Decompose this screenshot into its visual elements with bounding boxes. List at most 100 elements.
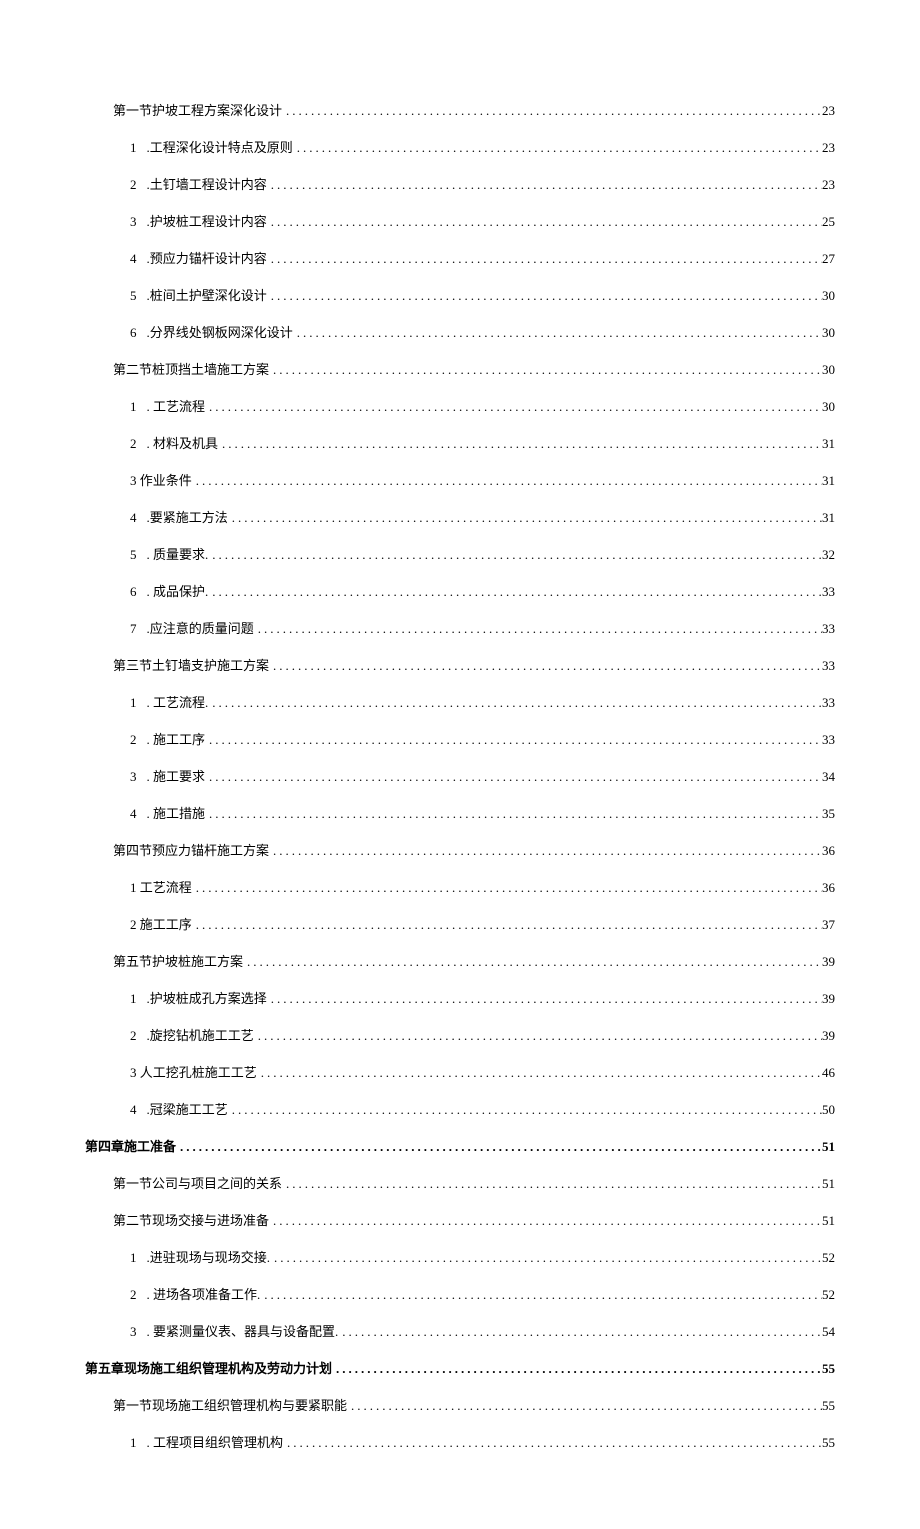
toc-entry-number: 4 <box>130 251 147 267</box>
toc-entry[interactable]: 1. 工艺流程30 <box>85 396 835 415</box>
toc-leader-dots <box>192 473 822 489</box>
toc-entry-number: 1 <box>130 991 147 1007</box>
toc-leader-dots <box>269 658 822 674</box>
toc-entry[interactable]: 5.桩间土护壁深化设计30 <box>85 285 835 304</box>
toc-leader-dots <box>205 769 822 785</box>
toc-entry[interactable]: 1 工艺流程 36 <box>85 877 835 896</box>
toc-entry-number: 1 <box>130 140 147 156</box>
toc-entry[interactable]: 6.分界线处钢板网深化设计30 <box>85 322 835 341</box>
toc-leader-dots <box>176 1139 822 1155</box>
toc-entry[interactable]: 4.预应力锚杆设计内容27 <box>85 248 835 267</box>
toc-entry[interactable]: 2.土钉墙工程设计内容 23 <box>85 174 835 193</box>
toc-entry-number: 1 <box>130 695 147 711</box>
toc-page-number: 33 <box>822 584 835 600</box>
toc-page-number: 33 <box>822 695 835 711</box>
toc-entry[interactable]: 1. 工程项目组织管理机构55 <box>85 1432 835 1451</box>
toc-entry[interactable]: 第二节桩顶挡土墙施工方案30 <box>85 359 835 378</box>
toc-entry-number: 1 <box>130 1250 147 1266</box>
toc-entry[interactable]: 第一节护坡工程方案深化设计23 <box>85 100 835 119</box>
toc-entry[interactable]: 7.应注意的质量问题33 <box>85 618 835 637</box>
toc-entry-number: 2 <box>130 436 147 452</box>
toc-entry[interactable]: 第三节土钉墙支护施工方案33 <box>85 655 835 674</box>
toc-page-number: 23 <box>822 140 835 156</box>
toc-entry-number: 3 <box>130 1324 147 1340</box>
toc-page-number: 32 <box>822 547 835 563</box>
toc-entry-text: 第五章现场施工组织管理机构及劳动力计划 <box>85 1358 332 1377</box>
toc-leader-dots <box>282 1176 822 1192</box>
toc-page-number: 23 <box>822 177 835 193</box>
toc-entry[interactable]: 4.要紧施工方法31 <box>85 507 835 526</box>
toc-leader-dots <box>257 1065 822 1081</box>
toc-entry[interactable]: 3 人工挖孔桩施工工艺46 <box>85 1062 835 1081</box>
toc-leader-dots <box>270 1250 822 1266</box>
toc-entry-text: 第三节土钉墙支护施工方案 <box>113 655 269 674</box>
toc-entry[interactable]: 3 作业条件31 <box>85 470 835 489</box>
toc-page-number: 33 <box>822 732 835 748</box>
toc-entry-number: 2 <box>130 177 147 193</box>
toc-entry-number: 1 <box>130 399 147 415</box>
toc-entry-number: 6 <box>130 584 147 600</box>
toc-entry[interactable]: 第五章现场施工组织管理机构及劳动力计划55 <box>85 1358 835 1377</box>
toc-page-number: 30 <box>822 325 835 341</box>
toc-leader-dots <box>283 1435 822 1451</box>
toc-entry[interactable]: 5. 质量要求.32 <box>85 544 835 563</box>
toc-entry[interactable]: 3. 要紧测量仪表、器具与设备配置.54 <box>85 1321 835 1340</box>
toc-leader-dots <box>332 1361 822 1377</box>
toc-entry-text: . 材料及机具 <box>147 433 219 452</box>
toc-entry[interactable]: 第五节护坡桩施工方案39 <box>85 951 835 970</box>
toc-entry[interactable]: 4.冠梁施工工艺50 <box>85 1099 835 1118</box>
toc-leader-dots <box>338 1324 822 1340</box>
toc-entry[interactable]: 2.旋挖钻机施工工艺39 <box>85 1025 835 1044</box>
toc-entry-number: 1 <box>130 1435 147 1451</box>
toc-entry[interactable]: 1.护坡桩成孔方案选择39 <box>85 988 835 1007</box>
toc-page-number: 39 <box>822 991 835 1007</box>
toc-entry[interactable]: 2. 材料及机具 31 <box>85 433 835 452</box>
toc-entry[interactable]: 3.护坡桩工程设计内容25 <box>85 211 835 230</box>
toc-entry[interactable]: 1.进驻现场与现场交接. 52 <box>85 1247 835 1266</box>
toc-entry-text: .进驻现场与现场交接. <box>147 1247 271 1266</box>
toc-entry-text: . 施工措施 <box>147 803 206 822</box>
toc-entry-number: 4 <box>130 806 147 822</box>
toc-entry-number: 7 <box>130 621 147 637</box>
toc-page-number: 30 <box>822 288 835 304</box>
toc-leader-dots <box>269 843 822 859</box>
toc-entry[interactable]: 2. 进场各项准备工作.52 <box>85 1284 835 1303</box>
toc-entry-text: . 要紧测量仪表、器具与设备配置. <box>147 1321 339 1340</box>
toc-entry[interactable]: 1. 工艺流程.33 <box>85 692 835 711</box>
toc-page-number: 23 <box>822 103 835 119</box>
toc-entry-number: 4 <box>130 1102 147 1118</box>
toc-leader-dots <box>218 436 822 452</box>
toc-page-number: 31 <box>822 436 835 452</box>
toc-entry[interactable]: 2 施工工序37 <box>85 914 835 933</box>
toc-entry-text: 第四章施工准备 <box>85 1136 176 1155</box>
toc-leader-dots <box>347 1398 822 1414</box>
toc-entry[interactable]: 第四章施工准备51 <box>85 1136 835 1155</box>
toc-page-number: 51 <box>822 1176 835 1192</box>
toc-page-number: 25 <box>822 214 835 230</box>
toc-entry-text: .应注意的质量问题 <box>147 618 254 637</box>
toc-entry[interactable]: 第四节预应力锚杆施工方案36 <box>85 840 835 859</box>
toc-entry-text: .工程深化设计特点及原则 <box>147 137 293 156</box>
toc-entry[interactable]: 2. 施工工序33 <box>85 729 835 748</box>
toc-entry-number: 5 <box>130 288 147 304</box>
toc-entry-text: . 工艺流程 <box>147 396 206 415</box>
toc-page-number: 36 <box>822 843 835 859</box>
toc-entry-text: .土钉墙工程设计内容 <box>147 174 267 193</box>
toc-entry[interactable]: 6. 成品保护.33 <box>85 581 835 600</box>
toc-entry-text: 1 工艺流程 <box>130 877 192 896</box>
toc-page-number: 52 <box>822 1250 835 1266</box>
toc-entry[interactable]: 3. 施工要求34 <box>85 766 835 785</box>
toc-entry[interactable]: 第一节现场施工组织管理机构与要紧职能55 <box>85 1395 835 1414</box>
toc-leader-dots <box>269 362 822 378</box>
toc-leader-dots <box>205 399 822 415</box>
toc-leader-dots <box>192 880 822 896</box>
toc-entry[interactable]: 第二节现场交接与进场准备51 <box>85 1210 835 1229</box>
toc-entry-number: 3 <box>130 769 147 785</box>
toc-entry-text: .预应力锚杆设计内容 <box>147 248 267 267</box>
toc-page-number: 31 <box>822 473 835 489</box>
toc-page-number: 36 <box>822 880 835 896</box>
toc-entry[interactable]: 1.工程深化设计特点及原则 23 <box>85 137 835 156</box>
toc-entry[interactable]: 第一节公司与项目之间的关系51 <box>85 1173 835 1192</box>
toc-entry-text: .护坡桩工程设计内容 <box>147 211 267 230</box>
toc-entry[interactable]: 4. 施工措施35 <box>85 803 835 822</box>
